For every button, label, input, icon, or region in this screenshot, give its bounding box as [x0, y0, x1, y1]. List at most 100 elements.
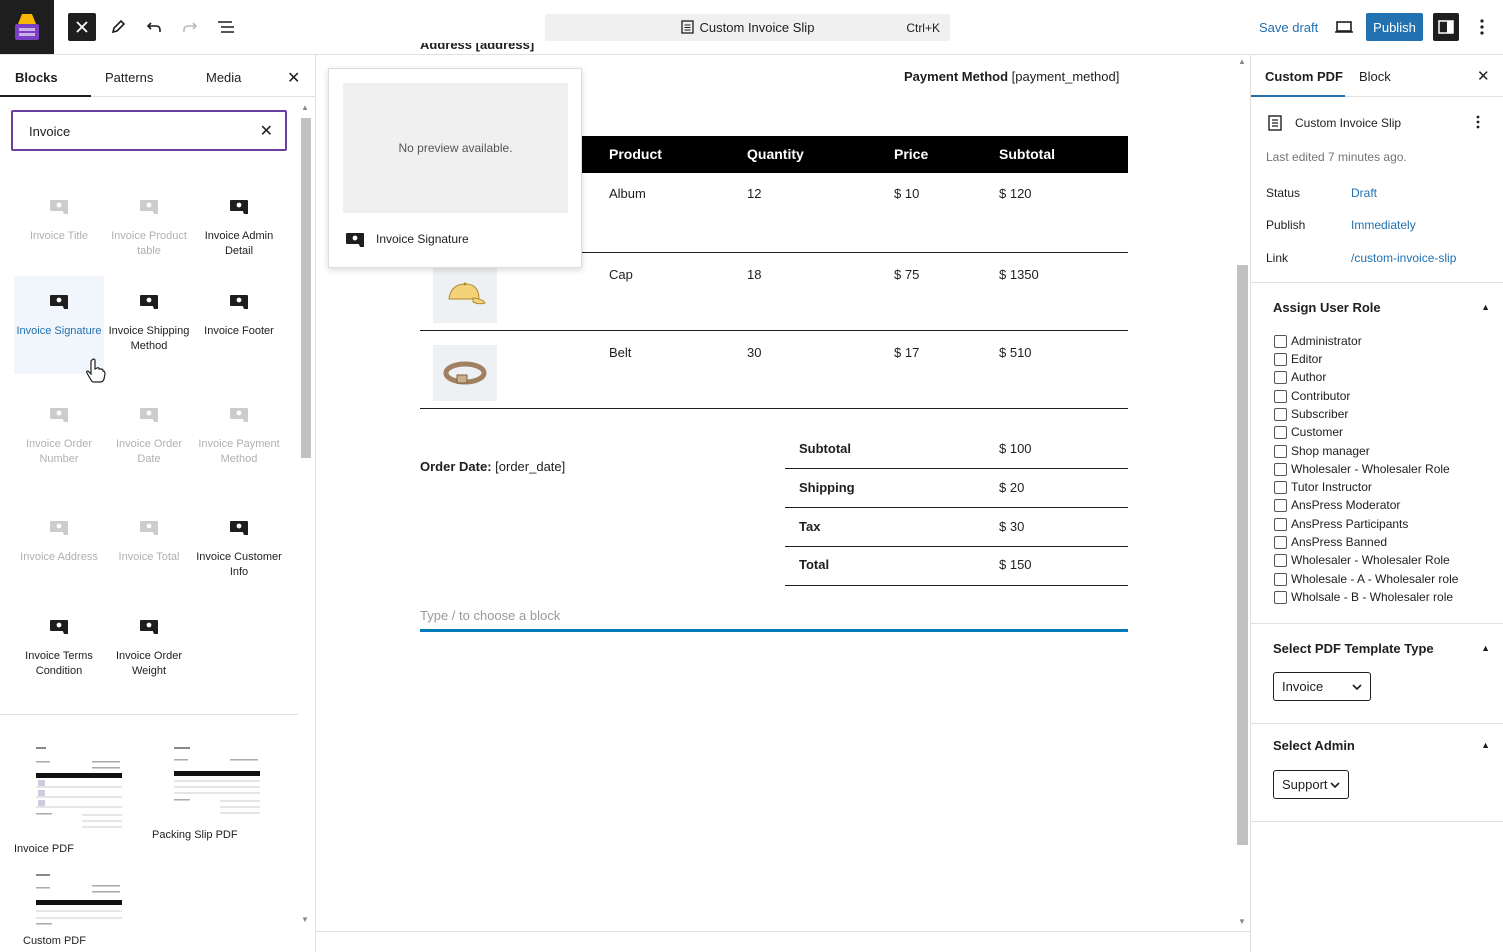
block-invoice-total[interactable]: Invoice Total — [104, 502, 194, 582]
checkbox[interactable] — [1274, 535, 1287, 549]
select-admin-title[interactable]: Select Admin — [1273, 738, 1355, 753]
pencil-icon[interactable] — [104, 13, 132, 41]
role-checkbox[interactable]: Shop manager — [1274, 444, 1370, 458]
checkbox[interactable] — [1274, 590, 1287, 604]
scrollbar-thumb[interactable] — [1237, 265, 1248, 845]
block-invoice-order-weight[interactable]: Invoice Order Weight — [104, 601, 194, 681]
close-inserter-button[interactable] — [68, 13, 96, 41]
checkbox[interactable] — [1274, 407, 1287, 421]
block-invoice-customer-info[interactable]: Invoice Customer Info — [194, 502, 284, 582]
preview-icon[interactable] — [1330, 13, 1358, 41]
more-options-icon[interactable] — [1476, 115, 1480, 129]
role-checkbox[interactable]: Wholesaler - Wholesaler Role — [1274, 462, 1450, 476]
admin-select[interactable]: Support — [1273, 770, 1349, 799]
block-invoice-order-number[interactable]: Invoice Order Number — [14, 389, 104, 479]
status-value[interactable]: Draft — [1351, 186, 1377, 200]
scroll-down-icon[interactable]: ▼ — [301, 915, 309, 924]
block-invoice-footer[interactable]: Invoice Footer — [194, 276, 284, 374]
role-checkbox[interactable]: Wholesaler - Wholesaler Role — [1274, 553, 1450, 567]
checkbox[interactable] — [1274, 389, 1287, 403]
scroll-up-icon[interactable]: ▲ — [301, 103, 309, 112]
scroll-up-icon[interactable]: ▲ — [1238, 57, 1246, 66]
tab-blocks[interactable]: Blocks — [15, 70, 58, 85]
template-type-title[interactable]: Select PDF Template Type — [1273, 641, 1434, 656]
more-options-icon[interactable] — [1468, 13, 1496, 41]
order-date-field[interactable]: Order Date: [order_date] — [420, 459, 565, 474]
block-invoice-address[interactable]: Invoice Address — [14, 502, 104, 582]
tab-block[interactable]: Block — [1359, 69, 1391, 84]
table-row[interactable]: Belt 30 $ 17 $ 510 — [420, 331, 1128, 409]
role-label: AnsPress Moderator — [1291, 498, 1401, 512]
pattern-thumb-packing-slip[interactable] — [172, 745, 262, 819]
block-invoice-terms-condition[interactable]: Invoice Terms Condition — [14, 601, 104, 681]
checkbox[interactable] — [1274, 352, 1287, 366]
checkbox[interactable] — [1274, 370, 1287, 384]
chevron-up-icon[interactable]: ▲ — [1481, 740, 1490, 750]
checkbox[interactable] — [1274, 572, 1287, 586]
role-checkbox[interactable]: AnsPress Moderator — [1274, 498, 1400, 512]
role-checkbox[interactable]: Author — [1274, 370, 1326, 384]
block-invoice-product-table[interactable]: Invoice Product table — [104, 195, 194, 275]
role-checkbox[interactable]: Administrator — [1274, 334, 1362, 348]
block-invoice-payment-method[interactable]: Invoice Payment Method — [194, 389, 284, 479]
role-checkbox[interactable]: Tutor Instructor — [1274, 480, 1372, 494]
tab-custom-pdf[interactable]: Custom PDF — [1265, 69, 1343, 84]
checkbox[interactable] — [1274, 553, 1287, 567]
document-overview-icon[interactable] — [212, 13, 240, 41]
checkbox[interactable] — [1274, 425, 1287, 439]
close-icon[interactable]: ✕ — [1477, 67, 1490, 85]
settings-sidebar: Custom PDF Block ✕ Custom Invoice Slip L… — [1250, 55, 1503, 952]
block-invoice-order-date[interactable]: Invoice Order Date — [104, 389, 194, 479]
role-checkbox[interactable]: AnsPress Banned — [1274, 535, 1387, 549]
tab-media[interactable]: Media — [206, 70, 241, 85]
role-checkbox[interactable]: AnsPress Participants — [1274, 517, 1408, 531]
pattern-thumb-invoice-pdf[interactable] — [34, 743, 124, 833]
address-field[interactable]: Address [address] — [420, 43, 534, 55]
site-logo-icon[interactable] — [0, 0, 54, 54]
clear-search-icon[interactable]: ✕ — [260, 121, 273, 141]
checkbox[interactable] — [1274, 517, 1287, 531]
link-value[interactable]: /custom-invoice-slip — [1351, 251, 1456, 265]
checkbox[interactable] — [1274, 498, 1287, 512]
chevron-up-icon[interactable]: ▲ — [1481, 643, 1490, 653]
role-checkbox[interactable]: Wholesale - A - Wholesaler role — [1274, 572, 1458, 586]
pattern-label-invoice-pdf[interactable]: Invoice PDF — [14, 843, 74, 855]
block-placeholder-input[interactable]: Type / to choose a block — [420, 608, 1128, 632]
block-invoice-title[interactable]: Invoice Title — [14, 195, 104, 275]
block-search-input[interactable]: Invoice ✕ — [11, 110, 287, 151]
role-checkbox[interactable]: Contributor — [1274, 389, 1350, 403]
block-invoice-shipping-method[interactable]: Invoice Shipping Method — [104, 276, 194, 374]
block-label: Invoice Customer Info — [196, 551, 282, 578]
redo-icon[interactable] — [176, 13, 204, 41]
block-preview-popover: No preview available. Invoice Signature — [328, 68, 582, 268]
inserter-scrollbar[interactable]: ▲ ▼ — [300, 103, 312, 924]
payment-method-field[interactable]: Payment Method [payment_method] — [904, 69, 1119, 84]
template-type-select[interactable]: Invoice — [1273, 672, 1371, 701]
checkbox[interactable] — [1274, 480, 1287, 494]
block-invoice-admin-detail[interactable]: Invoice Admin Detail — [194, 195, 284, 275]
settings-sidebar-icon[interactable] — [1433, 13, 1459, 41]
close-icon[interactable]: ✕ — [287, 68, 300, 88]
command-palette-bar[interactable]: Custom Invoice Slip Ctrl+K — [545, 14, 950, 41]
pattern-label-custom-pdf[interactable]: Custom PDF — [23, 935, 86, 947]
canvas-scrollbar[interactable]: ▲ ▼ — [1236, 55, 1249, 931]
checkbox[interactable] — [1274, 462, 1287, 476]
pattern-label-packing-slip[interactable]: Packing Slip PDF — [152, 829, 238, 841]
pattern-thumb-custom-pdf[interactable] — [34, 873, 124, 933]
chevron-up-icon[interactable]: ▲ — [1481, 302, 1490, 312]
document-icon — [680, 20, 694, 34]
undo-icon[interactable] — [140, 13, 168, 41]
checkbox[interactable] — [1274, 444, 1287, 458]
tab-patterns[interactable]: Patterns — [105, 70, 153, 85]
publish-button[interactable]: Publish — [1366, 13, 1423, 41]
save-draft-button[interactable]: Save draft — [1259, 20, 1318, 35]
role-checkbox[interactable]: Editor — [1274, 352, 1322, 366]
role-checkbox[interactable]: Customer — [1274, 425, 1343, 439]
assign-role-title[interactable]: Assign User Role — [1273, 300, 1381, 315]
checkbox[interactable] — [1274, 334, 1287, 348]
role-checkbox[interactable]: Wholsale - B - Wholesaler role — [1274, 590, 1453, 604]
scrollbar-thumb[interactable] — [301, 118, 311, 458]
role-checkbox[interactable]: Subscriber — [1274, 407, 1348, 421]
publish-value[interactable]: Immediately — [1351, 218, 1416, 232]
scroll-down-icon[interactable]: ▼ — [1238, 917, 1246, 926]
